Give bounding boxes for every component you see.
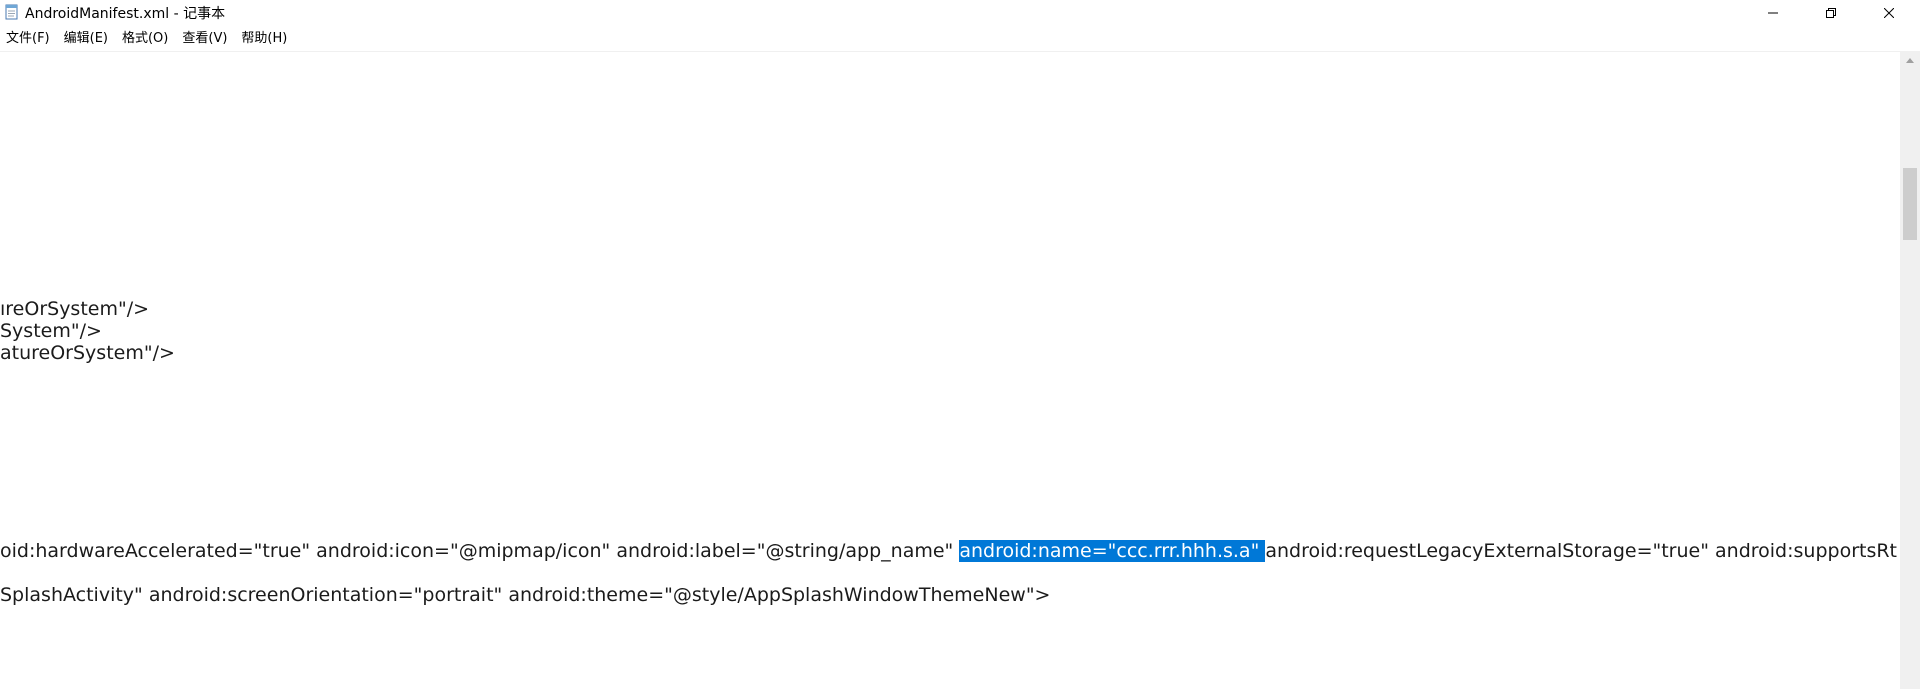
text-line: SplashActivity" android:screenOrientatio… bbox=[0, 584, 1051, 606]
menu-file[interactable]: 文件(F) bbox=[0, 28, 57, 50]
text-before-selection: oid:hardwareAccelerated="true" android:i… bbox=[0, 540, 960, 562]
text-editor-area[interactable]: ıreOrSystem"/> System"/> atureOrSystem"/… bbox=[0, 52, 1900, 689]
close-button[interactable] bbox=[1860, 0, 1918, 25]
notepad-icon bbox=[4, 4, 20, 20]
text-line: oid:hardwareAccelerated="true" android:i… bbox=[0, 538, 1897, 565]
window-title: AndroidManifest.xml - 记事本 bbox=[25, 6, 226, 22]
notepad-window: AndroidManifest.xml - 记事本 文件(F) 编辑(E) 格式… bbox=[0, 0, 1920, 689]
title-bar[interactable]: AndroidManifest.xml - 记事本 bbox=[0, 0, 1920, 25]
vertical-scrollbar[interactable] bbox=[1900, 52, 1920, 689]
minimize-button[interactable] bbox=[1744, 0, 1802, 25]
menu-edit[interactable]: 编辑(E) bbox=[57, 28, 115, 50]
menu-help[interactable]: 帮助(H) bbox=[234, 28, 294, 50]
text-after-selection: android:requestLegacyExternalStorage="tr… bbox=[1265, 540, 1898, 562]
minimize-icon bbox=[1768, 8, 1778, 18]
menu-format[interactable]: 格式(O) bbox=[115, 28, 175, 50]
close-icon bbox=[1884, 7, 1894, 18]
restore-button[interactable] bbox=[1802, 0, 1860, 25]
restore-icon bbox=[1826, 7, 1836, 18]
scrollbar-thumb[interactable] bbox=[1903, 168, 1917, 240]
text-line: atureOrSystem"/> bbox=[0, 342, 175, 364]
selected-text: android:name="ccc.rrr.hhh.s.a" bbox=[959, 540, 1266, 562]
menu-bar: 文件(F) 编辑(E) 格式(O) 查看(V) 帮助(H) bbox=[0, 28, 294, 50]
menu-view[interactable]: 查看(V) bbox=[175, 28, 234, 50]
scroll-up-arrow-icon[interactable] bbox=[1900, 52, 1920, 69]
